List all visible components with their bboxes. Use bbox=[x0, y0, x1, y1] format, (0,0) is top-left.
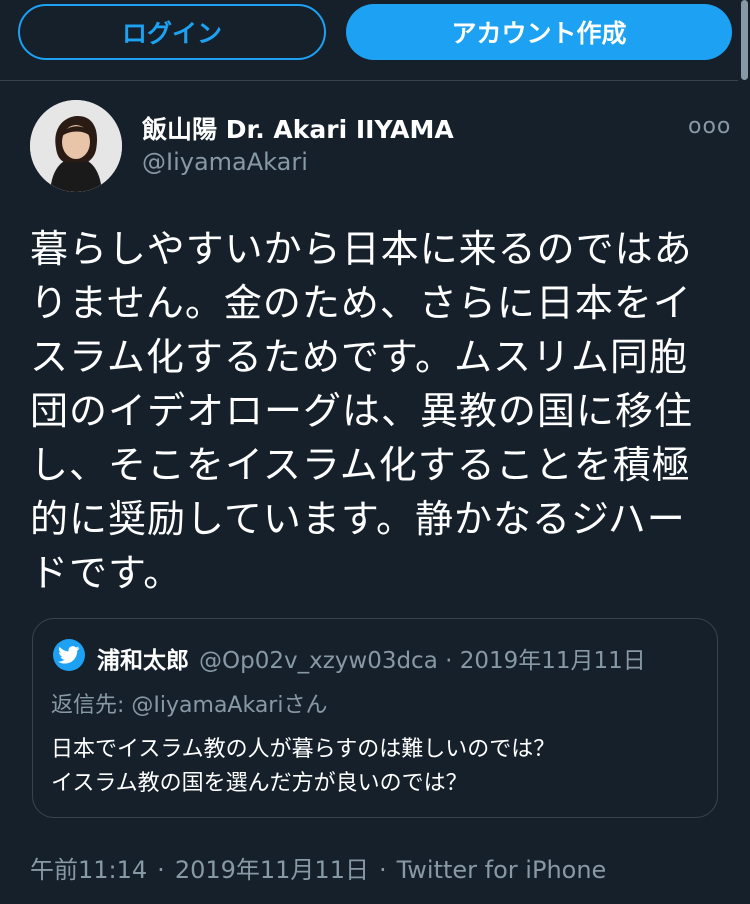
signup-button[interactable]: アカウント作成 bbox=[346, 4, 732, 60]
separator-dot: · bbox=[445, 648, 453, 674]
separator-dot: · bbox=[157, 856, 165, 884]
tweet-text-line: スラム化するためです。ムスリム同胞 bbox=[30, 335, 689, 379]
tweet-text: 暮らしやすいから日本に来るのではあ りません。金のため、さらに日本をイ スラム化… bbox=[30, 222, 710, 600]
tweet-text-line: ドです。 bbox=[30, 551, 183, 595]
author-handle[interactable]: @IiyamaAkari bbox=[142, 148, 308, 176]
tweet-text-line: りません。金のため、さらに日本をイ bbox=[30, 281, 692, 325]
author-name[interactable]: 飯山陽 Dr. Akari IIYAMA bbox=[142, 110, 454, 146]
quoted-date: 2019年11月11日 bbox=[459, 648, 646, 674]
quoted-reply-to: 返信先: @IiyamaAkariさん bbox=[51, 687, 327, 719]
quoted-author-avatar bbox=[53, 639, 85, 671]
quoted-text: 日本でイスラム教の人が暮らすのは難しいのでは？ イスラム教の国を選んだ方が良いの… bbox=[51, 733, 555, 801]
quoted-text-line: イスラム教の国を選んだ方が良いのでは？ bbox=[51, 771, 468, 796]
reply-mention[interactable]: @IiyamaAkari bbox=[131, 693, 283, 718]
quoted-author-name[interactable]: 浦和太郎 bbox=[97, 648, 189, 674]
reply-prefix: 返信先: bbox=[51, 693, 132, 718]
more-options-icon[interactable]: ooo bbox=[688, 114, 731, 139]
tweet-date[interactable]: 2019年11月11日 bbox=[175, 856, 369, 884]
login-button[interactable]: ログイン bbox=[18, 4, 326, 60]
bird-icon bbox=[58, 646, 80, 664]
tweet-text-line: 暮らしやすいから日本に来るのではあ bbox=[30, 227, 693, 271]
quoted-tweet[interactable]: 浦和太郎 @Op02v_xzyw03dca · 2019年11月11日 返信先: … bbox=[32, 618, 718, 818]
top-bar: ログイン アカウント作成 bbox=[0, 0, 738, 81]
quoted-text-line: 日本でイスラム教の人が暮らすのは難しいのでは？ bbox=[51, 737, 556, 762]
tweet-time[interactable]: 午前11:14 bbox=[30, 856, 147, 884]
scrollbar-thumb[interactable] bbox=[741, 0, 748, 80]
scrollbar[interactable] bbox=[738, 0, 750, 904]
tweet-text-line: 的に奨励しています。静かなるジハー bbox=[30, 497, 686, 541]
tweet-metadata: 午前11:14 · 2019年11月11日 · Twitter for iPhone bbox=[30, 850, 606, 885]
quoted-header: 浦和太郎 @Op02v_xzyw03dca · 2019年11月11日 bbox=[97, 641, 646, 675]
separator-dot: · bbox=[378, 856, 387, 884]
tweet-text-line: し、そこをイスラム化することを積極 bbox=[30, 443, 691, 487]
avatar-photo-icon bbox=[30, 100, 122, 192]
reply-suffix: さん bbox=[283, 693, 328, 718]
tweet-text-line: 団のイデオローグは、異教の国に移住 bbox=[30, 389, 694, 433]
author-avatar[interactable] bbox=[30, 100, 122, 192]
tweet-source[interactable]: Twitter for iPhone bbox=[397, 856, 607, 884]
quoted-author-handle[interactable]: @Op02v_xzyw03dca bbox=[199, 648, 438, 674]
